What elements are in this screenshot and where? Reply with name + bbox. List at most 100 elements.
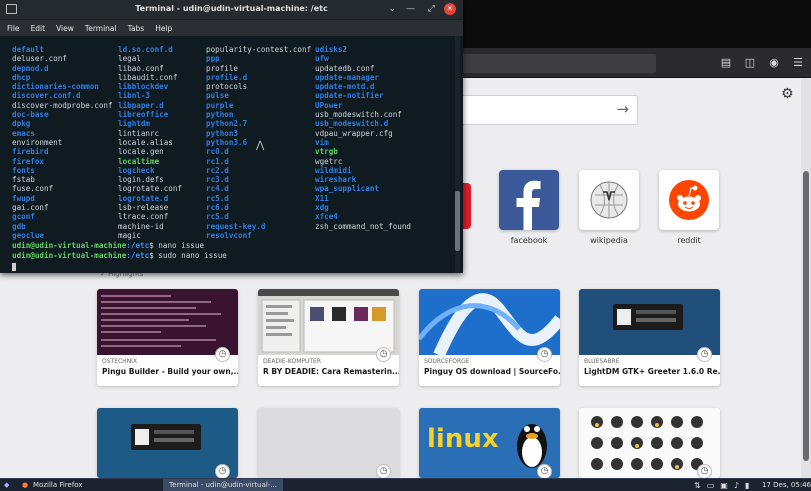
chevron-down-icon[interactable]: ⌄ [388,3,396,15]
prompt-user: udin@udin-virtual-machine [12,251,127,260]
file-entry: doc-base [12,110,49,120]
file-entry: dpkg [12,119,31,129]
top-site-facebook[interactable]: facebook [499,170,559,245]
card-thumbnail [97,289,238,355]
taskbar-firefox[interactable]: Mozilla Firefox [33,479,83,491]
clock-icon: ◷ [697,347,712,362]
file-entry: profile [206,63,239,73]
prompt-line: udin@udin-virtual-machine:/etc$ sudo nan… [12,251,227,260]
file-entry: purple [206,100,234,110]
taskbar-terminal[interactable]: Terminal - udin@udin-virtual-... [163,479,283,491]
tux-grid-icon [591,416,703,470]
highlight-card[interactable]: ◷ SOURCEFORGE Pinguy OS download | Sourc… [419,289,560,386]
file-entry: geoclue [12,230,45,240]
file-entry: rc3.d [206,175,229,185]
top-site-reddit[interactable]: reddit [659,170,719,245]
highlight-card[interactable]: ◷ [258,408,399,478]
file-entry: fonts [12,165,35,175]
file-entry: ufw [315,54,329,64]
sidebar-icon[interactable]: ◫ [743,55,757,71]
whisker-menu-icon[interactable]: ◆ [4,479,9,491]
lock-icon[interactable]: ▣ [720,480,728,491]
menu-view[interactable]: View [56,24,74,33]
listing-column: ld.so.conf.d legal libao.conf libaudit.conf… [118,45,182,240]
menu-edit[interactable]: Edit [31,24,46,33]
card-thumbnail [419,289,560,355]
top-site-wikipedia[interactable]: wikipedia [579,170,639,245]
page-scrollbar[interactable] [801,79,811,478]
reddit-icon [659,170,719,230]
library-icon[interactable]: ▤ [719,55,733,71]
highlight-card[interactable]: linux ◷ [419,408,560,478]
firefox-icon: ● [22,481,29,489]
file-entry: gai.conf [12,203,49,213]
file-entry: libnl-3 [118,91,151,101]
maximize-icon[interactable]: ⤢ [428,3,435,15]
file-entry: rc5.d [206,193,229,203]
page-scroll-thumb[interactable] [803,171,809,461]
highlight-card[interactable]: ◷ [579,408,720,478]
card-title: Pinguy OS download | SourceFo... [424,367,560,376]
file-entry: locale.gen [118,147,164,157]
file-entry: zsh_command_not_found [315,221,412,231]
file-entry: lsb-release [118,203,169,213]
file-entry: rcS.d [206,212,229,222]
prompt-command: $ nano issue [149,241,205,250]
file-entry: wireshark [315,175,357,185]
card-thumbnail [258,289,399,355]
file-entry: logcheck [118,165,155,175]
file-entry: X11 [315,193,329,203]
file-entry: rc4.d [206,184,229,194]
file-entry: update-notifier [315,91,384,101]
file-entry: firebird [12,147,49,157]
clock[interactable]: 17 Des, 05:46 [762,479,811,491]
network-icon[interactable]: ⇅ [694,480,701,491]
file-entry: python [206,110,234,120]
highlight-card[interactable]: ◷ OSTECHNIX Pingu Builder - Build your o… [97,289,238,386]
file-entry: resolvconf [206,230,252,240]
volume-icon[interactable]: ♪ [734,480,739,491]
terminal-scroll-thumb[interactable] [455,191,460,251]
menu-terminal[interactable]: Terminal [85,24,117,33]
arrow-right-icon[interactable]: → [616,100,629,118]
menu-file[interactable]: File [7,24,20,33]
menu-icon[interactable]: ☰ [791,55,805,71]
minimize-icon[interactable]: — [406,3,415,15]
system-tray: ⇅ ▭ ▣ ♪ ▮ [694,480,749,491]
file-entry: vdpau_wrapper.cfg [315,128,393,138]
terminal-titlebar[interactable]: Terminal - udin@udin-virtual-machine: /e… [0,0,463,20]
file-entry: xfce4 [315,212,338,222]
file-entry: discover.conf.d [12,91,81,101]
terminal-window[interactable]: Terminal - udin@udin-virtual-machine: /e… [0,0,463,273]
file-entry: wildmidi [315,165,352,175]
clipboard-icon[interactable]: ▭ [707,480,715,491]
wikipedia-icon [579,170,639,230]
highlight-card[interactable]: ◷ BLUESABRE LightDM GTK+ Greeter 1.6.0 R… [579,289,720,386]
file-entry: logrotate.d [118,193,169,203]
file-entry: udisks2 [315,45,348,54]
file-entry: updatedb.conf [315,63,375,73]
file-entry: libreoffice [118,110,169,120]
highlight-card[interactable]: ◷ DEADIE-KOMPUTER R BY DEADIE: Cara Rema… [258,289,399,386]
gear-icon[interactable]: ⚙ [781,86,794,102]
menu-help[interactable]: Help [155,24,172,33]
highlight-card[interactable]: ◷ [97,408,238,478]
battery-icon[interactable]: ▮ [745,480,749,491]
desktop: ▤ ◫ ◉ ☰ ⚙ → facebook wikipedia reddit ✓ … [0,0,811,491]
close-icon[interactable]: ✕ [444,3,456,15]
clock-icon: ◷ [697,464,712,478]
menu-tabs[interactable]: Tabs [128,24,145,33]
terminal-scrollbar[interactable] [455,36,460,273]
file-entry: ltrace.conf [118,212,169,222]
terminal-menubar: File Edit View Terminal Tabs Help [0,20,463,36]
tux-icon [517,424,547,468]
clock-icon: ◷ [376,464,391,478]
clock-icon: ◷ [215,347,230,362]
file-entry: pulse [206,91,229,101]
terminal-output[interactable]: default deluser.conf depmod.d dhcp dictionar… [0,36,455,273]
url-bar[interactable] [440,54,656,73]
file-entry: discover-modprobe.conf [12,100,113,110]
account-icon[interactable]: ◉ [767,55,781,71]
file-entry: rc6.d [206,203,229,213]
search-input[interactable]: → [460,95,638,125]
